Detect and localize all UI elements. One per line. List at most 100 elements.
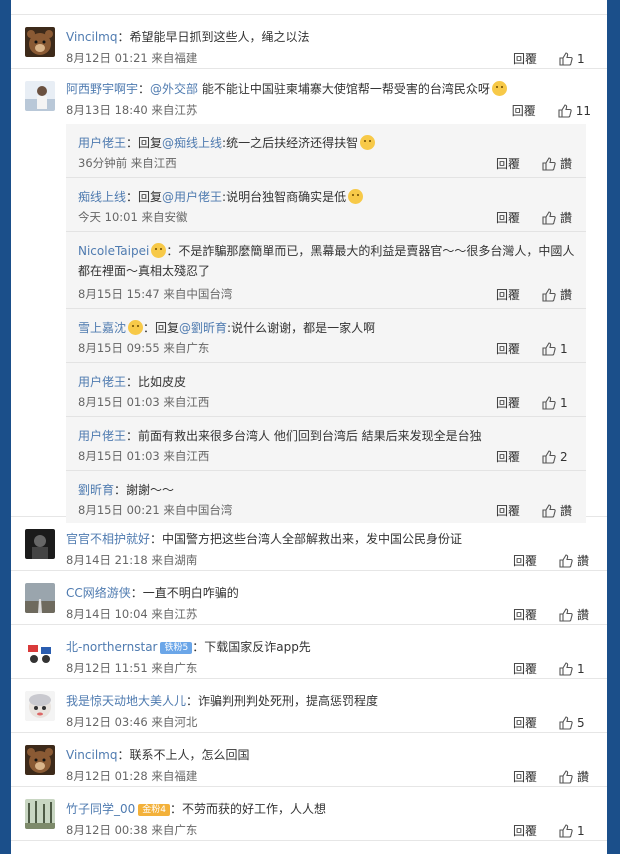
comment-username[interactable]: 北-northernstar xyxy=(66,640,157,654)
reply-button[interactable]: 回覆 xyxy=(513,50,537,67)
reply-button[interactable]: 回覆 xyxy=(496,286,520,303)
comment-item: 竹子同学_00 金粉4 ：不劳而获的好工作，人人想 8月12日 00:38 来自广东 回… xyxy=(11,787,607,841)
reply-button[interactable]: 回覆 xyxy=(513,822,537,839)
avatar[interactable] xyxy=(25,529,55,559)
avatar[interactable] xyxy=(25,81,55,111)
mention-link[interactable]: @外交部 xyxy=(150,82,198,96)
comment-location: 来自安徽 xyxy=(141,210,188,224)
comment-item-partial xyxy=(11,0,607,15)
reply-item: 用户佬王：前面有救出来很多台湾人 他们回到台湾后 結果后来发现全是台独 8月15日… xyxy=(66,417,586,471)
comment-username[interactable]: Vincilmq xyxy=(66,748,117,762)
thumbs-up-icon[interactable] xyxy=(542,341,556,356)
thumbs-up-icon[interactable] xyxy=(542,449,556,464)
comment-time: 36分钟前 xyxy=(78,156,128,170)
mention-link[interactable]: @用户佬王 xyxy=(162,190,222,204)
comment-text-line: 竹子同学_00 金粉4 ：不劳而获的好工作，人人想 xyxy=(66,801,326,817)
comment-username[interactable]: CC网络游侠 xyxy=(66,586,131,600)
comment-username[interactable]: Vincilmq xyxy=(66,30,117,44)
avatar[interactable] xyxy=(25,583,55,613)
reply-button[interactable]: 回覆 xyxy=(513,660,537,677)
thumbs-up-icon[interactable] xyxy=(542,287,556,302)
reply-button[interactable]: 回覆 xyxy=(496,155,520,172)
comment-time: 8月12日 01:28 xyxy=(66,769,148,783)
comment-time: 8月15日 01:03 xyxy=(78,395,160,409)
reply-button[interactable]: 回覆 xyxy=(496,209,520,226)
thumbs-up-icon[interactable] xyxy=(542,156,556,171)
comment-actions: 回覆 5 xyxy=(513,714,591,731)
reply-username[interactable]: 劉昕育 xyxy=(78,483,114,497)
reply-username[interactable]: 痴线上线 xyxy=(78,190,126,204)
comment-text-line: 阿西野宇啊宇：@外交部 能不能让中国驻柬埔寨大使馆帮一帮受害的台湾民众呀 xyxy=(66,81,507,97)
reply-button[interactable]: 回覆 xyxy=(496,394,520,411)
avatar[interactable] xyxy=(25,745,55,775)
comment-time: 8月14日 21:18 xyxy=(66,553,148,567)
thumbs-up-icon[interactable] xyxy=(559,607,573,622)
comment-text: ：联系不上人，怎么回国 xyxy=(117,748,250,762)
comment-actions: 回覆 1 xyxy=(513,822,591,839)
reply-list: 用户佬王：回复@痴线上线:统一之后扶经济还得扶智 36分钟前 来自江西 回覆讚痴线上… xyxy=(66,124,586,523)
comment-text: ：一直不明白咋骗的 xyxy=(130,586,239,600)
emoji-icon xyxy=(360,135,376,150)
comment-meta: 36分钟前 来自江西 xyxy=(78,155,177,171)
reply-button[interactable]: 回覆 xyxy=(513,714,537,731)
mention-link[interactable]: @痴线上线 xyxy=(162,136,222,150)
like-count: 讚 xyxy=(560,288,573,302)
comment-time: 8月14日 10:04 xyxy=(66,607,148,621)
like-count: 2 xyxy=(560,449,568,464)
avatar[interactable] xyxy=(25,799,55,829)
like-count: 5 xyxy=(577,715,585,730)
comment-actions: 回覆 讚 xyxy=(496,155,574,172)
fan-badge: 金粉4 xyxy=(138,804,171,816)
thumbs-up-icon[interactable] xyxy=(559,51,573,66)
mention-link[interactable]: @劉昕育 xyxy=(179,321,227,335)
avatar[interactable] xyxy=(25,27,55,57)
reply-button[interactable]: 回覆 xyxy=(513,552,537,569)
reply-item: 用户佬王：回复@痴线上线:统一之后扶经济还得扶智 36分钟前 来自江西 回覆 讚 xyxy=(66,124,586,178)
reply-username[interactable]: 雪上嘉沈 xyxy=(78,321,126,335)
reply-item: 痴线上线：回复@用户佬王:说明台独智商确实是低 今天 10:01 来自安徽 回覆 讚 xyxy=(66,178,586,232)
comment-text: ：诈骗判刑判处死刑，提高惩罚程度 xyxy=(186,694,379,708)
comment-location: 来自江西 xyxy=(163,395,210,409)
reply-username[interactable]: 用户佬王 xyxy=(78,429,126,443)
reply-button[interactable]: 回覆 xyxy=(512,102,536,119)
reply-username[interactable]: 用户佬王 xyxy=(78,375,126,389)
reply-text-line: NicoleTaipei ：不是詐騙那麼簡單而已，黑幕最大的利益是賣器官～～很多台… xyxy=(78,243,574,259)
reply-button[interactable]: 回覆 xyxy=(513,768,537,785)
thumbs-up-icon[interactable] xyxy=(559,769,573,784)
thumbs-up-icon[interactable] xyxy=(542,210,556,225)
comment-username[interactable]: 竹子同学_00 xyxy=(66,802,135,816)
reply-username[interactable]: 用户佬王 xyxy=(78,136,126,150)
reply-text-line: 痴线上线：回复@用户佬王:说明台独智商确实是低 xyxy=(78,189,364,205)
comment-item: Vincilmq：联系不上人，怎么回国 8月12日 01:28 来自福建 回覆 讚 xyxy=(11,733,607,787)
reply-prefix: ：回复 xyxy=(143,321,180,335)
thumbs-up-icon[interactable] xyxy=(558,103,572,118)
comment-username[interactable]: 我是惊天动地大美人儿 xyxy=(66,694,186,708)
reply-text-line-2: 都在裡面～真相太殘忍了 xyxy=(78,264,211,278)
comment-username[interactable]: 阿西野宇啊宇 xyxy=(66,82,138,96)
comment-username[interactable]: 官官不相护就好 xyxy=(66,532,150,546)
comment-location: 来自广东 xyxy=(151,661,198,675)
comment-actions: 回覆 1 xyxy=(513,660,591,677)
thumbs-up-icon[interactable] xyxy=(559,661,573,676)
reply-button[interactable]: 回覆 xyxy=(513,606,537,623)
comment-actions: 回覆 讚 xyxy=(496,209,574,226)
thumbs-up-icon[interactable] xyxy=(559,715,573,730)
thumbs-up-icon[interactable] xyxy=(559,823,573,838)
reply-text-line: 用户佬王：比如皮皮 xyxy=(78,374,186,390)
comment-thread: 阿西野宇啊宇：@外交部 能不能让中国驻柬埔寨大使馆帮一帮受害的台湾民众呀 8月13… xyxy=(11,69,607,523)
comment-meta: 8月15日 01:03 来自江西 xyxy=(78,448,209,464)
comment-text: 能不能让中国驻柬埔寨大使馆帮一帮受害的台湾民众呀 xyxy=(198,82,490,96)
reply-username[interactable]: NicoleTaipei xyxy=(78,244,149,258)
reply-button[interactable]: 回覆 xyxy=(496,340,520,357)
emoji-icon xyxy=(348,189,364,204)
thumbs-up-icon[interactable] xyxy=(542,503,556,518)
reply-button[interactable]: 回覆 xyxy=(496,448,520,465)
comment-time: 8月15日 09:55 xyxy=(78,341,160,355)
avatar[interactable] xyxy=(25,637,55,667)
comment-meta: 8月12日 00:38 来自广东 xyxy=(66,822,197,838)
comment-actions: 回覆 讚 xyxy=(513,768,591,785)
thumbs-up-icon[interactable] xyxy=(542,395,556,410)
avatar[interactable] xyxy=(25,691,55,721)
comment-text-line: Vincilmq：希望能早日抓到这些人，绳之以法 xyxy=(66,29,309,45)
thumbs-up-icon[interactable] xyxy=(559,553,573,568)
